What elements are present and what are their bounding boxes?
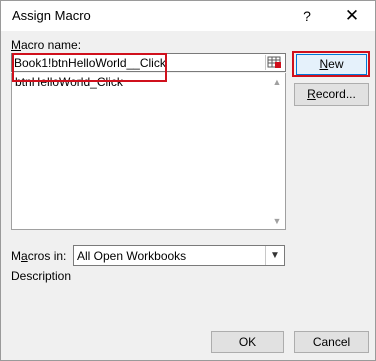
cancel-button[interactable]: Cancel xyxy=(294,331,369,353)
assign-macro-dialog: Assign Macro ? ✕ Macro name: btnHelloWor… xyxy=(0,0,376,361)
macro-name-label: Macro name: xyxy=(11,38,82,52)
dialog-title: Assign Macro xyxy=(12,8,91,23)
description-area xyxy=(11,286,369,322)
macros-in-value: All Open Workbooks xyxy=(77,249,187,263)
range-selector-icon[interactable] xyxy=(265,55,283,70)
description-label: Description xyxy=(11,269,72,283)
chevron-down-icon[interactable]: ▼ xyxy=(265,246,284,265)
macro-list[interactable]: btnHelloWorld_Click ▲ ▼ xyxy=(11,73,286,230)
highlight-box-new-button xyxy=(292,51,370,77)
scroll-up-icon[interactable]: ▲ xyxy=(272,77,282,87)
close-button[interactable]: ✕ xyxy=(341,5,363,27)
macros-in-select[interactable]: All Open Workbooks ▼ xyxy=(73,245,285,266)
help-button[interactable]: ? xyxy=(297,5,317,27)
highlight-box-macro-name xyxy=(12,53,167,82)
record-button[interactable]: Record... xyxy=(294,83,369,106)
ok-button[interactable]: OK xyxy=(211,331,284,353)
title-bar: Assign Macro ? ✕ xyxy=(1,1,375,31)
scroll-down-icon[interactable]: ▼ xyxy=(272,216,282,226)
macros-in-label: Macros in: xyxy=(11,249,67,263)
